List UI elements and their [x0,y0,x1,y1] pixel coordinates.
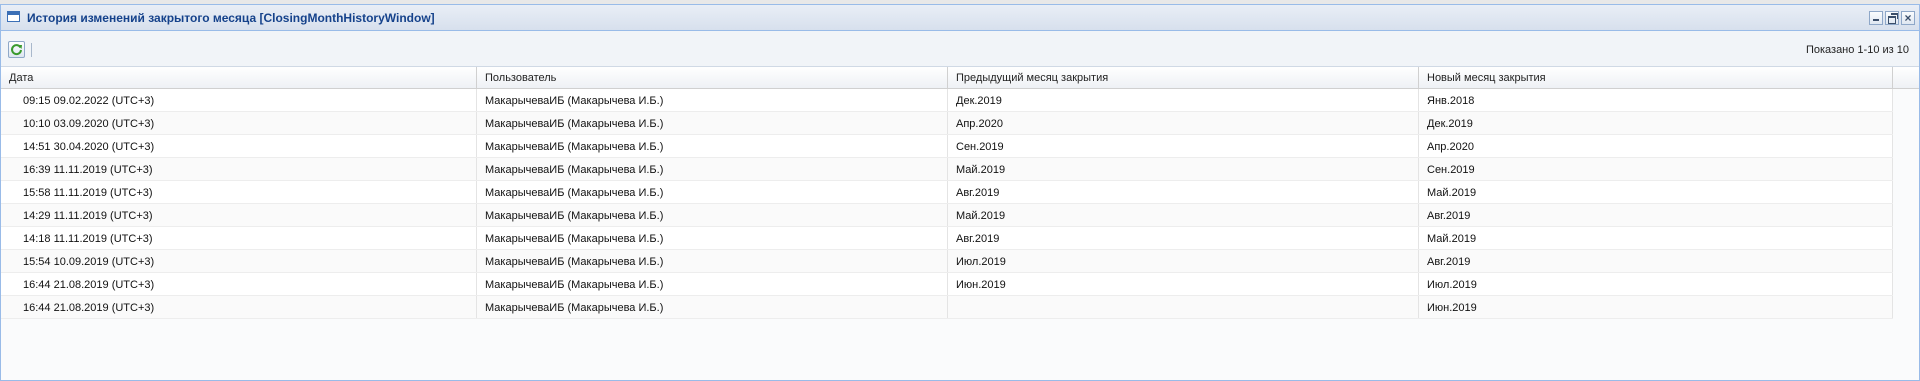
cell-user: МакарычеваИБ (Макарычева И.Б.) [477,296,948,318]
table-row[interactable]: 09:15 09.02.2022 (UTC+3) МакарычеваИБ (М… [1,89,1893,112]
cell-previous-month: Июл.2019 [948,250,1419,272]
cell-new-month: Май.2019 [1419,181,1893,203]
cell-previous-month: Май.2019 [948,158,1419,180]
cell-date: 14:51 30.04.2020 (UTC+3) [1,135,477,157]
cell-new-month: Янв.2018 [1419,89,1893,111]
cell-user: МакарычеваИБ (Макарычева И.Б.) [477,204,948,226]
cell-date: 14:18 11.11.2019 (UTC+3) [1,227,477,249]
window-icon [7,11,20,22]
cell-user: МакарычеваИБ (Макарычева И.Б.) [477,181,948,203]
column-header-date[interactable]: Дата [1,67,477,88]
close-icon[interactable]: × [1901,11,1915,25]
column-header-user[interactable]: Пользователь [477,67,948,88]
cell-date: 14:29 11.11.2019 (UTC+3) [1,204,477,226]
cell-previous-month: Июн.2019 [948,273,1419,295]
cell-user: МакарычеваИБ (Макарычева И.Б.) [477,158,948,180]
refresh-button[interactable] [8,41,25,58]
grid-toolbar: Показано 1-10 из 10 [1,31,1919,67]
cell-date: 15:54 10.09.2019 (UTC+3) [1,250,477,272]
table-row[interactable]: 14:18 11.11.2019 (UTC+3) МакарычеваИБ (М… [1,227,1893,250]
cell-date: 16:44 21.08.2019 (UTC+3) [1,273,477,295]
cell-user: МакарычеваИБ (Макарычева И.Б.) [477,89,948,111]
cell-new-month: Июл.2019 [1419,273,1893,295]
cell-previous-month [948,296,1419,318]
grid-body: 09:15 09.02.2022 (UTC+3) МакарычеваИБ (М… [1,89,1893,319]
cell-new-month: Авг.2019 [1419,250,1893,272]
table-row[interactable]: 16:44 21.08.2019 (UTC+3) МакарычеваИБ (М… [1,273,1893,296]
cell-date: 09:15 09.02.2022 (UTC+3) [1,89,477,111]
table-row[interactable]: 15:54 10.09.2019 (UTC+3) МакарычеваИБ (М… [1,250,1893,273]
cell-previous-month: Май.2019 [948,204,1419,226]
cell-new-month: Май.2019 [1419,227,1893,249]
history-grid: Дата Пользователь Предыдущий месяц закры… [1,67,1919,380]
restore-icon[interactable] [1885,11,1899,25]
cell-previous-month: Сен.2019 [948,135,1419,157]
table-row[interactable]: 14:51 30.04.2020 (UTC+3) МакарычеваИБ (М… [1,135,1893,158]
toolbar-separator [31,43,32,57]
cell-previous-month: Авг.2019 [948,181,1419,203]
table-row[interactable]: 14:29 11.11.2019 (UTC+3) МакарычеваИБ (М… [1,204,1893,227]
cell-new-month: Авг.2019 [1419,204,1893,226]
window-titlebar[interactable]: История изменений закрытого месяца [Clos… [1,5,1919,31]
cell-user: МакарычеваИБ (Макарычева И.Б.) [477,112,948,134]
cell-date: 10:10 03.09.2020 (UTC+3) [1,112,477,134]
cell-new-month: Дек.2019 [1419,112,1893,134]
column-header-new-month[interactable]: Новый месяц закрытия [1419,67,1893,88]
cell-user: МакарычеваИБ (Макарычева И.Б.) [477,273,948,295]
refresh-icon [11,44,22,56]
cell-date: 16:44 21.08.2019 (UTC+3) [1,296,477,318]
cell-user: МакарычеваИБ (Макарычева И.Б.) [477,250,948,272]
table-row[interactable]: 16:39 11.11.2019 (UTC+3) МакарычеваИБ (М… [1,158,1893,181]
cell-user: МакарычеваИБ (Макарычева И.Б.) [477,135,948,157]
window-title: История изменений закрытого месяца [Clos… [27,11,435,25]
cell-user: МакарычеваИБ (Макарычева И.Б.) [477,227,948,249]
table-row[interactable]: 15:58 11.11.2019 (UTC+3) МакарычеваИБ (М… [1,181,1893,204]
column-header-previous-month[interactable]: Предыдущий месяц закрытия [948,67,1419,88]
cell-previous-month: Авг.2019 [948,227,1419,249]
cell-previous-month: Дек.2019 [948,89,1419,111]
cell-date: 16:39 11.11.2019 (UTC+3) [1,158,477,180]
table-row[interactable]: 16:44 21.08.2019 (UTC+3) МакарычеваИБ (М… [1,296,1893,319]
window-tools: × [1869,11,1915,25]
grid-header: Дата Пользователь Предыдущий месяц закры… [1,67,1893,89]
cell-new-month: Апр.2020 [1419,135,1893,157]
cell-new-month: Июн.2019 [1419,296,1893,318]
header-scroll-spacer [1893,67,1919,89]
table-row[interactable]: 10:10 03.09.2020 (UTC+3) МакарычеваИБ (М… [1,112,1893,135]
cell-new-month: Сен.2019 [1419,158,1893,180]
paging-info: Показано 1-10 из 10 [1805,44,1909,56]
cell-previous-month: Апр.2020 [948,112,1419,134]
minimize-icon[interactable] [1869,11,1883,25]
cell-date: 15:58 11.11.2019 (UTC+3) [1,181,477,203]
closing-month-history-window: История изменений закрытого месяца [Clos… [0,4,1920,381]
